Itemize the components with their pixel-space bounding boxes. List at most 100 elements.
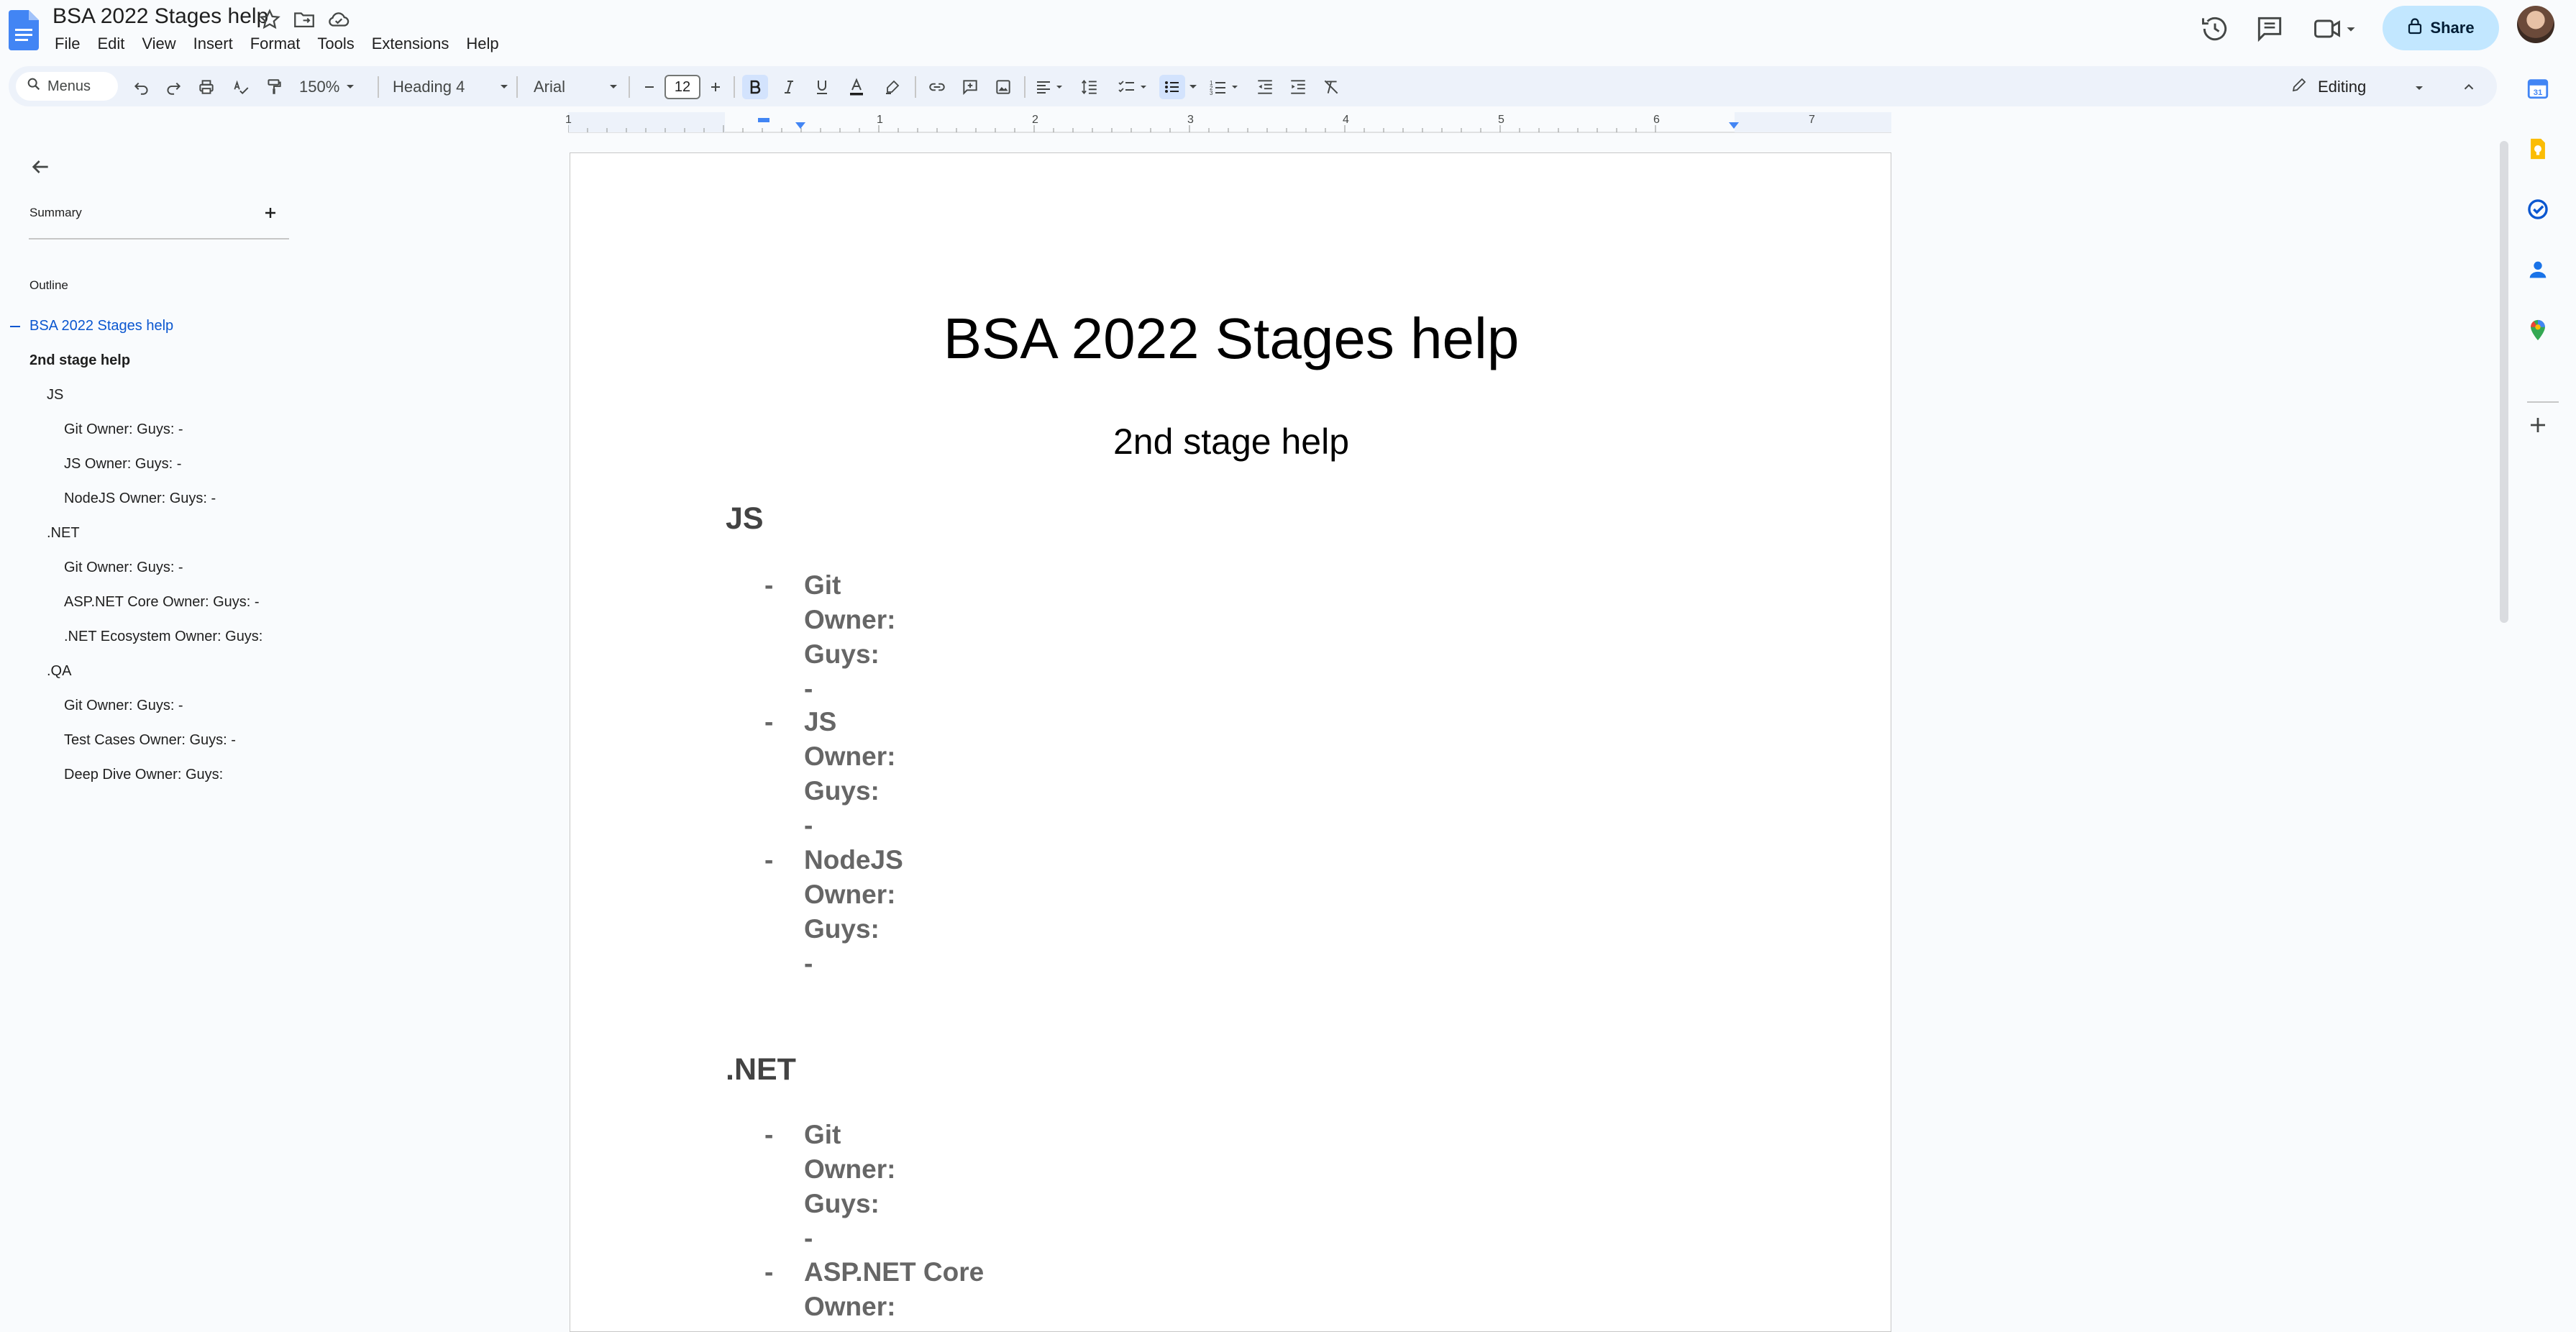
font-size-input[interactable]: 12: [664, 75, 700, 99]
print-icon[interactable]: [194, 75, 219, 99]
move-folder-icon[interactable]: [292, 7, 316, 32]
menu-tools[interactable]: Tools: [309, 32, 362, 58]
outline-item[interactable]: BSA 2022 Stages help: [29, 318, 173, 334]
outline-item[interactable]: JS: [47, 387, 63, 403]
list-item-line: -: [804, 811, 813, 840]
caret-down-icon: [2414, 78, 2424, 96]
zoom-value: 150%: [299, 78, 340, 96]
meet-call-icon[interactable]: [2310, 13, 2360, 45]
outline-item[interactable]: ASP.NET Core Owner: Guys: -: [64, 594, 260, 611]
ruler-number: 5: [1498, 114, 1504, 126]
outline-item[interactable]: .NET Ecosystem Owner: Guys:: [64, 629, 262, 645]
outline-item[interactable]: NodeJS Owner: Guys: -: [64, 491, 216, 507]
italic-icon[interactable]: [777, 75, 801, 99]
clear-formatting-icon[interactable]: [1319, 75, 1343, 99]
line-spacing-icon[interactable]: [1077, 75, 1102, 99]
highlight-color-icon[interactable]: [880, 75, 905, 99]
decrease-font-size-icon[interactable]: [639, 75, 660, 99]
caret-down-icon: [608, 83, 618, 91]
ruler-number: 7: [1809, 114, 1815, 126]
underline-icon[interactable]: [810, 75, 834, 99]
calendar-icon[interactable]: 31: [2526, 76, 2550, 104]
outline-item[interactable]: Git Owner: Guys: -: [64, 560, 183, 576]
menu-insert[interactable]: Insert: [185, 32, 242, 58]
toolbar-divider: [734, 76, 735, 98]
menu-file[interactable]: File: [46, 32, 88, 58]
outline-item[interactable]: Deep Dive Owner: Guys:: [64, 767, 223, 783]
add-addon-icon[interactable]: [2527, 414, 2549, 439]
list-item-line: Guys:: [804, 776, 880, 806]
list-item-line: -: [804, 949, 813, 978]
search-menus-input[interactable]: Menus: [16, 72, 118, 101]
insert-link-icon[interactable]: [925, 75, 949, 99]
outline-item[interactable]: .NET: [47, 525, 80, 542]
outline-item[interactable]: Git Owner: Guys: -: [64, 698, 183, 714]
list-bullet: -: [764, 845, 774, 875]
back-arrow-icon[interactable]: [27, 155, 53, 182]
outline-item[interactable]: JS Owner: Guys: -: [64, 456, 181, 473]
list-item-line: Guys:: [804, 639, 880, 669]
tasks-icon[interactable]: [2526, 197, 2550, 225]
contacts-icon[interactable]: [2526, 257, 2550, 286]
chevron-up-icon[interactable]: [2457, 75, 2481, 99]
star-icon[interactable]: [257, 7, 282, 32]
share-button[interactable]: Share: [2383, 6, 2499, 50]
paint-format-icon[interactable]: [262, 75, 286, 99]
maps-icon[interactable]: [2526, 318, 2550, 346]
menu-edit[interactable]: Edit: [88, 32, 133, 58]
increase-indent-icon[interactable]: [1286, 75, 1310, 99]
outline-item[interactable]: 2nd stage help: [29, 352, 130, 369]
decrease-indent-icon[interactable]: [1253, 75, 1277, 99]
comments-icon[interactable]: [2254, 13, 2285, 45]
scrollbar[interactable]: [2500, 141, 2508, 623]
bold-icon[interactable]: [742, 75, 768, 99]
font-dropdown[interactable]: Arial: [534, 75, 618, 99]
numbered-list-icon[interactable]: 123: [1207, 75, 1247, 99]
add-comment-icon[interactable]: [958, 75, 982, 99]
docs-logo-icon[interactable]: [9, 10, 39, 50]
outline-panel: Summary Outline BSA 2022 Stages help 2nd…: [0, 137, 532, 1328]
outline-item[interactable]: Test Cases Owner: Guys: -: [64, 732, 236, 749]
document-page[interactable]: BSA 2022 Stages help 2nd stage help JS -…: [570, 152, 1891, 1332]
keep-icon[interactable]: [2526, 137, 2550, 165]
menu-format[interactable]: Format: [242, 32, 309, 58]
increase-font-size-icon[interactable]: [705, 75, 726, 99]
paragraph-style-dropdown[interactable]: Heading 4: [393, 75, 509, 99]
toolbar-divider: [1024, 76, 1026, 98]
spellcheck-icon[interactable]: [229, 75, 253, 99]
editing-mode-dropdown[interactable]: Editing: [2290, 75, 2424, 99]
add-summary-icon[interactable]: [262, 204, 279, 225]
undo-icon[interactable]: [129, 75, 154, 99]
checklist-icon[interactable]: [1115, 75, 1155, 99]
doc-subtitle: 2nd stage help: [1113, 421, 1350, 462]
bulleted-list-icon[interactable]: [1159, 75, 1185, 99]
redo-icon[interactable]: [161, 75, 186, 99]
style-value: Heading 4: [393, 78, 465, 96]
zoom-dropdown[interactable]: 150%: [299, 75, 355, 99]
outline-label: Outline: [29, 278, 68, 292]
caret-down-icon[interactable]: [1187, 75, 1200, 99]
menu-help[interactable]: Help: [457, 32, 507, 58]
ruler-number: 3: [1187, 114, 1194, 126]
outline-item[interactable]: .QA: [47, 663, 71, 680]
list-item-line: ASP.NET Core: [804, 1257, 985, 1287]
side-panel-divider: [2527, 401, 2559, 403]
cloud-status-icon[interactable]: [326, 7, 351, 32]
menu-view[interactable]: View: [133, 32, 184, 58]
align-icon[interactable]: [1033, 75, 1069, 99]
caret-down-icon: [345, 83, 355, 91]
heading-js: JS: [726, 501, 764, 536]
list-bullet: -: [764, 707, 774, 736]
insert-image-icon[interactable]: [991, 75, 1015, 99]
outline-item[interactable]: Git Owner: Guys: -: [64, 421, 183, 438]
text-color-icon[interactable]: [844, 75, 869, 99]
ruler[interactable]: [567, 112, 1891, 134]
document-title[interactable]: BSA 2022 Stages help: [52, 4, 268, 29]
toolbar-divider: [629, 76, 630, 98]
menu-extensions[interactable]: Extensions: [363, 32, 458, 58]
list-item-line: Guys:: [804, 914, 880, 944]
list-item-line: Owner:: [804, 1154, 896, 1184]
avatar[interactable]: [2517, 6, 2554, 43]
version-history-icon[interactable]: [2199, 13, 2231, 45]
toolbar-divider: [378, 76, 379, 98]
